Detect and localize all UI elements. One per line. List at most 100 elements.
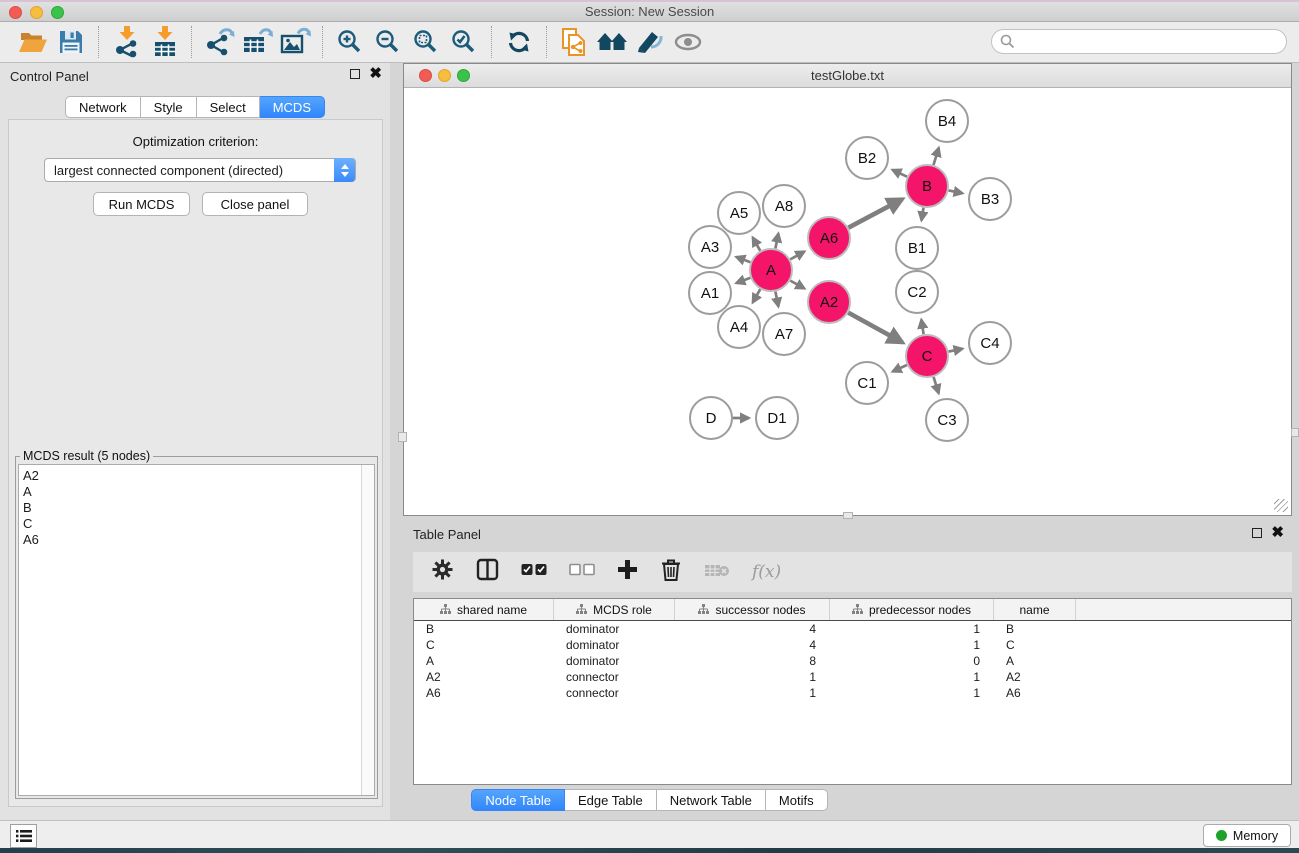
float-panel-icon[interactable] (350, 69, 360, 79)
settings-gear-icon[interactable] (431, 558, 454, 586)
export-image-icon[interactable] (276, 24, 314, 60)
graph-node-B1[interactable]: B1 (896, 227, 938, 269)
float-panel-icon[interactable] (1252, 528, 1262, 538)
table-cell[interactable]: dominator (554, 654, 675, 668)
table-cell[interactable]: 8 (675, 654, 830, 668)
import-network-icon[interactable] (107, 24, 145, 60)
graph-edge-A-A8[interactable] (775, 233, 778, 248)
table-cell[interactable]: 4 (675, 638, 830, 652)
table-cell[interactable]: 4 (675, 622, 830, 636)
split-divider-grip[interactable] (1291, 428, 1299, 437)
column-header-name[interactable]: name (994, 599, 1076, 620)
zoom-out-icon[interactable] (369, 24, 407, 60)
graph-edge-C-C3[interactable] (934, 377, 939, 393)
mcds-result-item[interactable]: A6 (23, 532, 374, 548)
column-header-predecessor-nodes[interactable]: predecessor nodes (830, 599, 994, 620)
table-row[interactable]: Bdominator41B (414, 621, 1291, 637)
graph-edge-C-C2[interactable] (921, 320, 923, 335)
graph-node-A2[interactable]: A2 (808, 281, 850, 323)
split-divider-grip[interactable] (398, 432, 407, 442)
graph-edge-B-B2[interactable] (892, 170, 907, 177)
column-view-icon[interactable] (476, 558, 499, 586)
tab-network[interactable]: Network (65, 96, 141, 118)
graph-node-B3[interactable]: B3 (969, 178, 1011, 220)
add-column-icon[interactable] (617, 559, 638, 585)
export-table-icon[interactable] (238, 24, 276, 60)
graph-node-A1[interactable]: A1 (689, 272, 731, 314)
mcds-result-item[interactable]: A2 (23, 468, 374, 484)
tab-style[interactable]: Style (141, 96, 197, 118)
table-cell[interactable]: 1 (830, 686, 994, 700)
save-session-icon[interactable] (52, 24, 90, 60)
graph-edge-A-A4[interactable] (753, 289, 761, 302)
table-cell[interactable]: 1 (830, 638, 994, 652)
graph-node-B4[interactable]: B4 (926, 100, 968, 142)
tab-mcds[interactable]: MCDS (260, 96, 325, 118)
mcds-result-list[interactable]: A2ABCA6 (18, 464, 375, 796)
tab-network-table[interactable]: Network Table (657, 789, 766, 811)
table-row[interactable]: Adominator80A (414, 653, 1291, 669)
table-cell[interactable]: A (414, 654, 554, 668)
table-cell[interactable]: A6 (414, 686, 554, 700)
column-header-successor-nodes[interactable]: successor nodes (675, 599, 830, 620)
run-mcds-button[interactable]: Run MCDS (93, 192, 190, 216)
graph-edge-A6-B[interactable] (848, 199, 902, 228)
graph-edge-A-A5[interactable] (753, 237, 761, 250)
search-field[interactable] (991, 29, 1287, 54)
table-cell[interactable]: 1 (830, 670, 994, 684)
zoom-window-button[interactable] (51, 6, 64, 19)
tab-edge-table[interactable]: Edge Table (565, 789, 657, 811)
minimize-window-button[interactable] (30, 6, 43, 19)
window-titlebar[interactable]: Session: New Session (0, 2, 1299, 22)
table-cell[interactable]: 1 (675, 670, 830, 684)
table-cell[interactable]: A2 (994, 670, 1076, 684)
table-cell[interactable]: 1 (675, 686, 830, 700)
graph-node-D1[interactable]: D1 (756, 397, 798, 439)
import-table-icon[interactable] (145, 24, 183, 60)
graph-node-B2[interactable]: B2 (846, 137, 888, 179)
refresh-icon[interactable] (500, 24, 538, 60)
graph-edge-A-A6[interactable] (790, 252, 804, 260)
graph-node-A8[interactable]: A8 (763, 185, 805, 227)
table-cell[interactable]: B (414, 622, 554, 636)
table-row[interactable]: Cdominator41C (414, 637, 1291, 653)
export-network-icon[interactable] (200, 24, 238, 60)
show-graphics-icon[interactable] (669, 24, 707, 60)
table-cell[interactable]: dominator (554, 622, 675, 636)
copy-document-icon[interactable] (555, 24, 593, 60)
graph-edge-A-A7[interactable] (775, 292, 778, 307)
criterion-select[interactable]: largest connected component (directed) (44, 158, 356, 182)
table-cell[interactable]: dominator (554, 638, 675, 652)
tab-node-table[interactable]: Node Table (471, 789, 565, 811)
graph-node-C1[interactable]: C1 (846, 362, 888, 404)
graph-node-D[interactable]: D (690, 397, 732, 439)
graph-edge-A-A1[interactable] (736, 278, 750, 283)
graph-node-C4[interactable]: C4 (969, 322, 1011, 364)
table-row[interactable]: A6connector11A6 (414, 685, 1291, 701)
close-panel-button[interactable]: Close panel (202, 192, 308, 216)
graph-node-C3[interactable]: C3 (926, 399, 968, 441)
graph-node-B[interactable]: B (906, 165, 948, 207)
table-cell[interactable]: B (994, 622, 1076, 636)
search-input[interactable] (1020, 32, 1286, 52)
table-cell[interactable]: 0 (830, 654, 994, 668)
table-cell[interactable]: 1 (830, 622, 994, 636)
close-panel-icon[interactable]: ✖ (1271, 528, 1284, 538)
graph-edge-B-B1[interactable] (921, 208, 923, 221)
tab-select[interactable]: Select (197, 96, 260, 118)
close-window-button[interactable] (9, 6, 22, 19)
graph-edge-B-B3[interactable] (949, 190, 963, 193)
zoom-fit-icon[interactable] (407, 24, 445, 60)
graph-node-A3[interactable]: A3 (689, 226, 731, 268)
table-cell[interactable]: A2 (414, 670, 554, 684)
window-resize-grip[interactable] (1274, 499, 1288, 512)
graph-edge-C-C1[interactable] (893, 365, 907, 371)
close-panel-icon[interactable]: ✖ (369, 69, 382, 79)
column-header-MCDS-role[interactable]: MCDS role (554, 599, 675, 620)
list-scrollbar[interactable] (361, 465, 374, 795)
graph-node-A5[interactable]: A5 (718, 192, 760, 234)
table-cell[interactable]: C (414, 638, 554, 652)
network-window-titlebar[interactable]: testGlobe.txt (404, 64, 1291, 88)
mcds-result-item[interactable]: A (23, 484, 374, 500)
table-cell[interactable]: A (994, 654, 1076, 668)
